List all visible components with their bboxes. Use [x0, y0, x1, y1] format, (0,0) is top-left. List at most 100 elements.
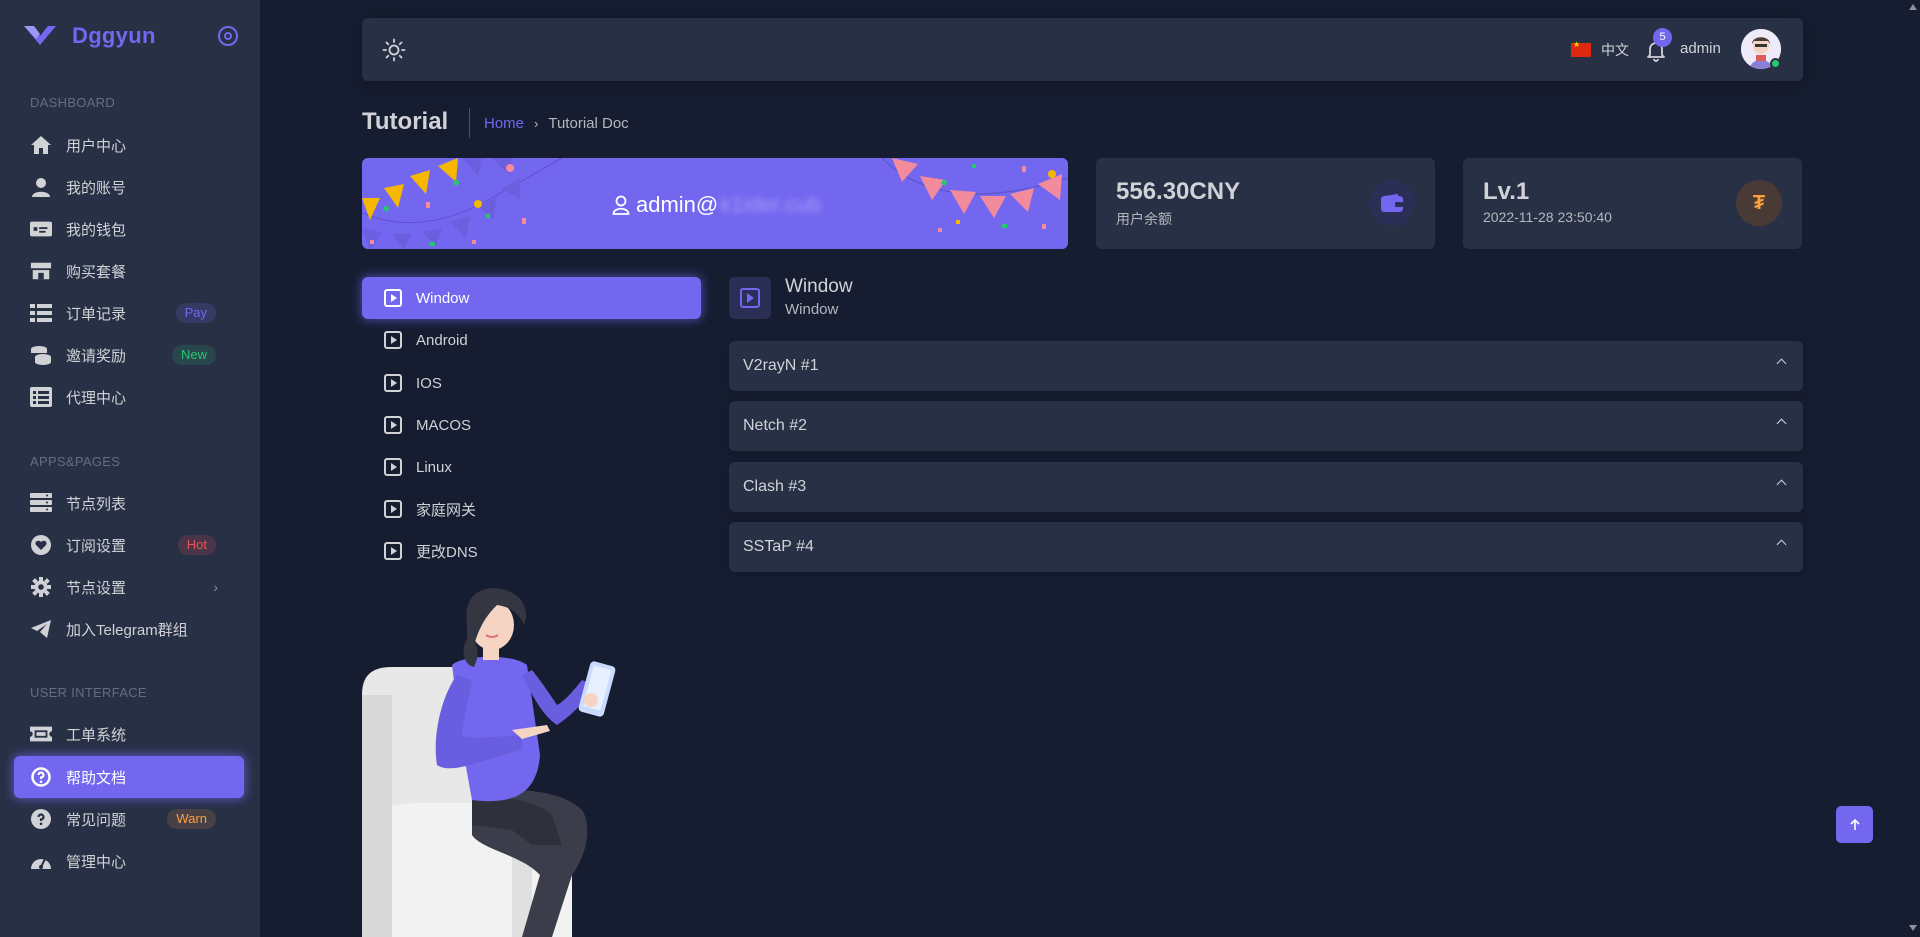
scroll-up-arrow-icon[interactable] — [1909, 4, 1917, 10]
play-square-icon — [384, 416, 402, 434]
telegram-icon — [30, 618, 52, 640]
sidebar-item-label: 我的账号 — [66, 179, 127, 197]
accordion-item-netch[interactable]: Netch #2 — [729, 401, 1803, 451]
brand[interactable]: Dggyun — [22, 20, 156, 52]
online-status-dot — [1770, 58, 1781, 69]
sun-icon[interactable] — [382, 38, 406, 62]
sidebar-item-label: 管理中心 — [66, 853, 127, 871]
sidebar-item-label: 代理中心 — [66, 389, 127, 407]
sidebar-item-agent-center[interactable]: 代理中心 — [14, 376, 244, 418]
accordion-item-clash[interactable]: Clash #3 — [729, 462, 1803, 512]
user-name[interactable]: admin — [1680, 40, 1721, 57]
content-icon — [729, 277, 771, 319]
tutorial-item-label: MACOS — [416, 416, 472, 434]
section-header-apps-pages: APPS&PAGES — [30, 454, 121, 469]
vertical-scrollbar[interactable] — [1905, 0, 1920, 937]
sidebar-item-subscription-settings[interactable]: 订阅设置 Hot — [14, 524, 244, 566]
level-card: Lv.1 2022-11-28 23:50:40 ₮ — [1463, 158, 1802, 249]
sidebar-item-label: 节点设置 — [66, 579, 127, 597]
user-icon — [612, 195, 630, 215]
welcome-card: admin@ k1ider.cub — [362, 158, 1068, 249]
title-divider — [469, 108, 470, 138]
tutorial-item-macos[interactable]: MACOS — [362, 404, 701, 446]
sidebar-item-orders[interactable]: 订单记录 Pay — [14, 292, 244, 334]
sidebar-item-admin-center[interactable]: 管理中心 — [14, 840, 244, 882]
wallet-icon — [1369, 180, 1415, 226]
accordion-item-v2rayn[interactable]: V2rayN #1 — [729, 341, 1803, 391]
play-square-icon — [384, 500, 402, 518]
coins-icon — [30, 344, 52, 366]
language-dropdown[interactable]: 中文 — [1571, 40, 1629, 60]
scroll-to-top-button[interactable] — [1836, 806, 1873, 843]
sidebar-item-faq[interactable]: 常见问题 Warn — [14, 798, 244, 840]
level-date: 2022-11-28 23:50:40 — [1483, 209, 1612, 225]
brand-name: Dggyun — [72, 23, 156, 48]
play-square-icon — [384, 458, 402, 476]
tutorial-item-home-gateway[interactable]: 家庭网关 — [362, 488, 701, 530]
welcome-user-masked: k1ider.cub — [720, 192, 821, 217]
sidebar-item-telegram-group[interactable]: 加入Telegram群组 — [14, 608, 244, 650]
hot-badge: Hot — [177, 535, 216, 555]
chevron-up-icon — [1776, 358, 1787, 369]
breadcrumb-home-link[interactable]: Home — [484, 115, 524, 132]
accordion-item-sstap[interactable]: SSTaP #4 — [729, 522, 1803, 572]
sidebar-item-node-list[interactable]: 节点列表 — [14, 482, 244, 524]
server-icon — [30, 492, 52, 514]
brand-logo-icon — [24, 26, 56, 45]
ticket-icon — [30, 723, 52, 745]
pay-badge: Pay — [175, 303, 216, 323]
chevron-up-icon — [1776, 539, 1787, 550]
balance-label: 用户余额 — [1116, 211, 1172, 227]
sidebar-item-label: 购买套餐 — [66, 263, 127, 281]
tutorial-item-ios[interactable]: IOS — [362, 362, 701, 404]
tutorial-item-label: 更改DNS — [416, 543, 478, 561]
woman-with-phone-illustration — [362, 588, 616, 937]
scroll-down-arrow-icon[interactable] — [1909, 925, 1917, 931]
sidebar-item-my-wallet[interactable]: 我的钱包 — [14, 208, 244, 250]
china-flag-icon — [1571, 40, 1591, 57]
list-icon — [30, 302, 52, 324]
home-icon — [30, 134, 52, 156]
accordion-label: V2rayN #1 — [743, 357, 819, 374]
play-square-icon — [384, 542, 402, 560]
sidebar-toggle-icon[interactable] — [218, 26, 238, 46]
accordion-label: Clash #3 — [743, 478, 807, 495]
accordion-label: SSTaP #4 — [743, 538, 814, 555]
tutorial-item-label: IOS — [416, 374, 442, 392]
content-title: Window — [785, 276, 853, 297]
sidebar-item-label: 工单系统 — [66, 726, 127, 744]
tutorial-item-window[interactable]: Window — [362, 277, 701, 319]
chevron-right-icon: › — [213, 579, 218, 595]
tutorial-item-linux[interactable]: Linux — [362, 446, 701, 488]
section-header-user-interface: USER INTERFACE — [30, 685, 147, 700]
warn-badge: Warn — [167, 809, 216, 829]
balance-card: 556.30CNY 用户余额 — [1096, 158, 1435, 249]
store-icon — [30, 260, 52, 282]
chevron-right-icon: › — [534, 116, 539, 131]
sidebar-item-help-docs[interactable]: 帮助文档 — [14, 756, 244, 798]
arrow-up-icon — [1849, 818, 1860, 830]
sidebar-item-label: 常见问题 — [66, 811, 127, 829]
play-square-icon — [384, 331, 402, 349]
tutorial-item-android[interactable]: Android — [362, 319, 701, 361]
question-circle-icon — [30, 766, 52, 788]
sidebar-item-my-account[interactable]: 我的账号 — [14, 166, 244, 208]
list-alt-icon — [30, 386, 52, 408]
sidebar-item-buy-plan[interactable]: 购买套餐 — [14, 250, 244, 292]
breadcrumb-current: Tutorial Doc — [548, 115, 629, 132]
section-header-dashboard: DASHBOARD — [30, 95, 116, 110]
welcome-user-email: admin@ k1ider.cub — [612, 192, 821, 218]
sidebar-item-ticket-system[interactable]: 工单系统 — [14, 713, 244, 755]
sidebar-item-user-center[interactable]: 用户中心 — [14, 124, 244, 166]
accordion-label: Netch #2 — [743, 417, 808, 434]
sidebar-item-node-settings[interactable]: 节点设置 › — [14, 566, 244, 608]
sidebar-item-invite-rewards[interactable]: 邀请奖励 New — [14, 334, 244, 376]
question-icon — [30, 808, 52, 830]
new-badge: New — [171, 345, 216, 365]
sidebar-item-label: 订阅设置 — [66, 537, 127, 555]
sidebar-item-label: 订单记录 — [66, 305, 127, 323]
tutorial-item-label: 家庭网关 — [416, 501, 477, 519]
dashboard-icon — [30, 850, 52, 872]
tutorial-item-change-dns[interactable]: 更改DNS — [362, 530, 701, 572]
user-icon — [30, 176, 52, 198]
